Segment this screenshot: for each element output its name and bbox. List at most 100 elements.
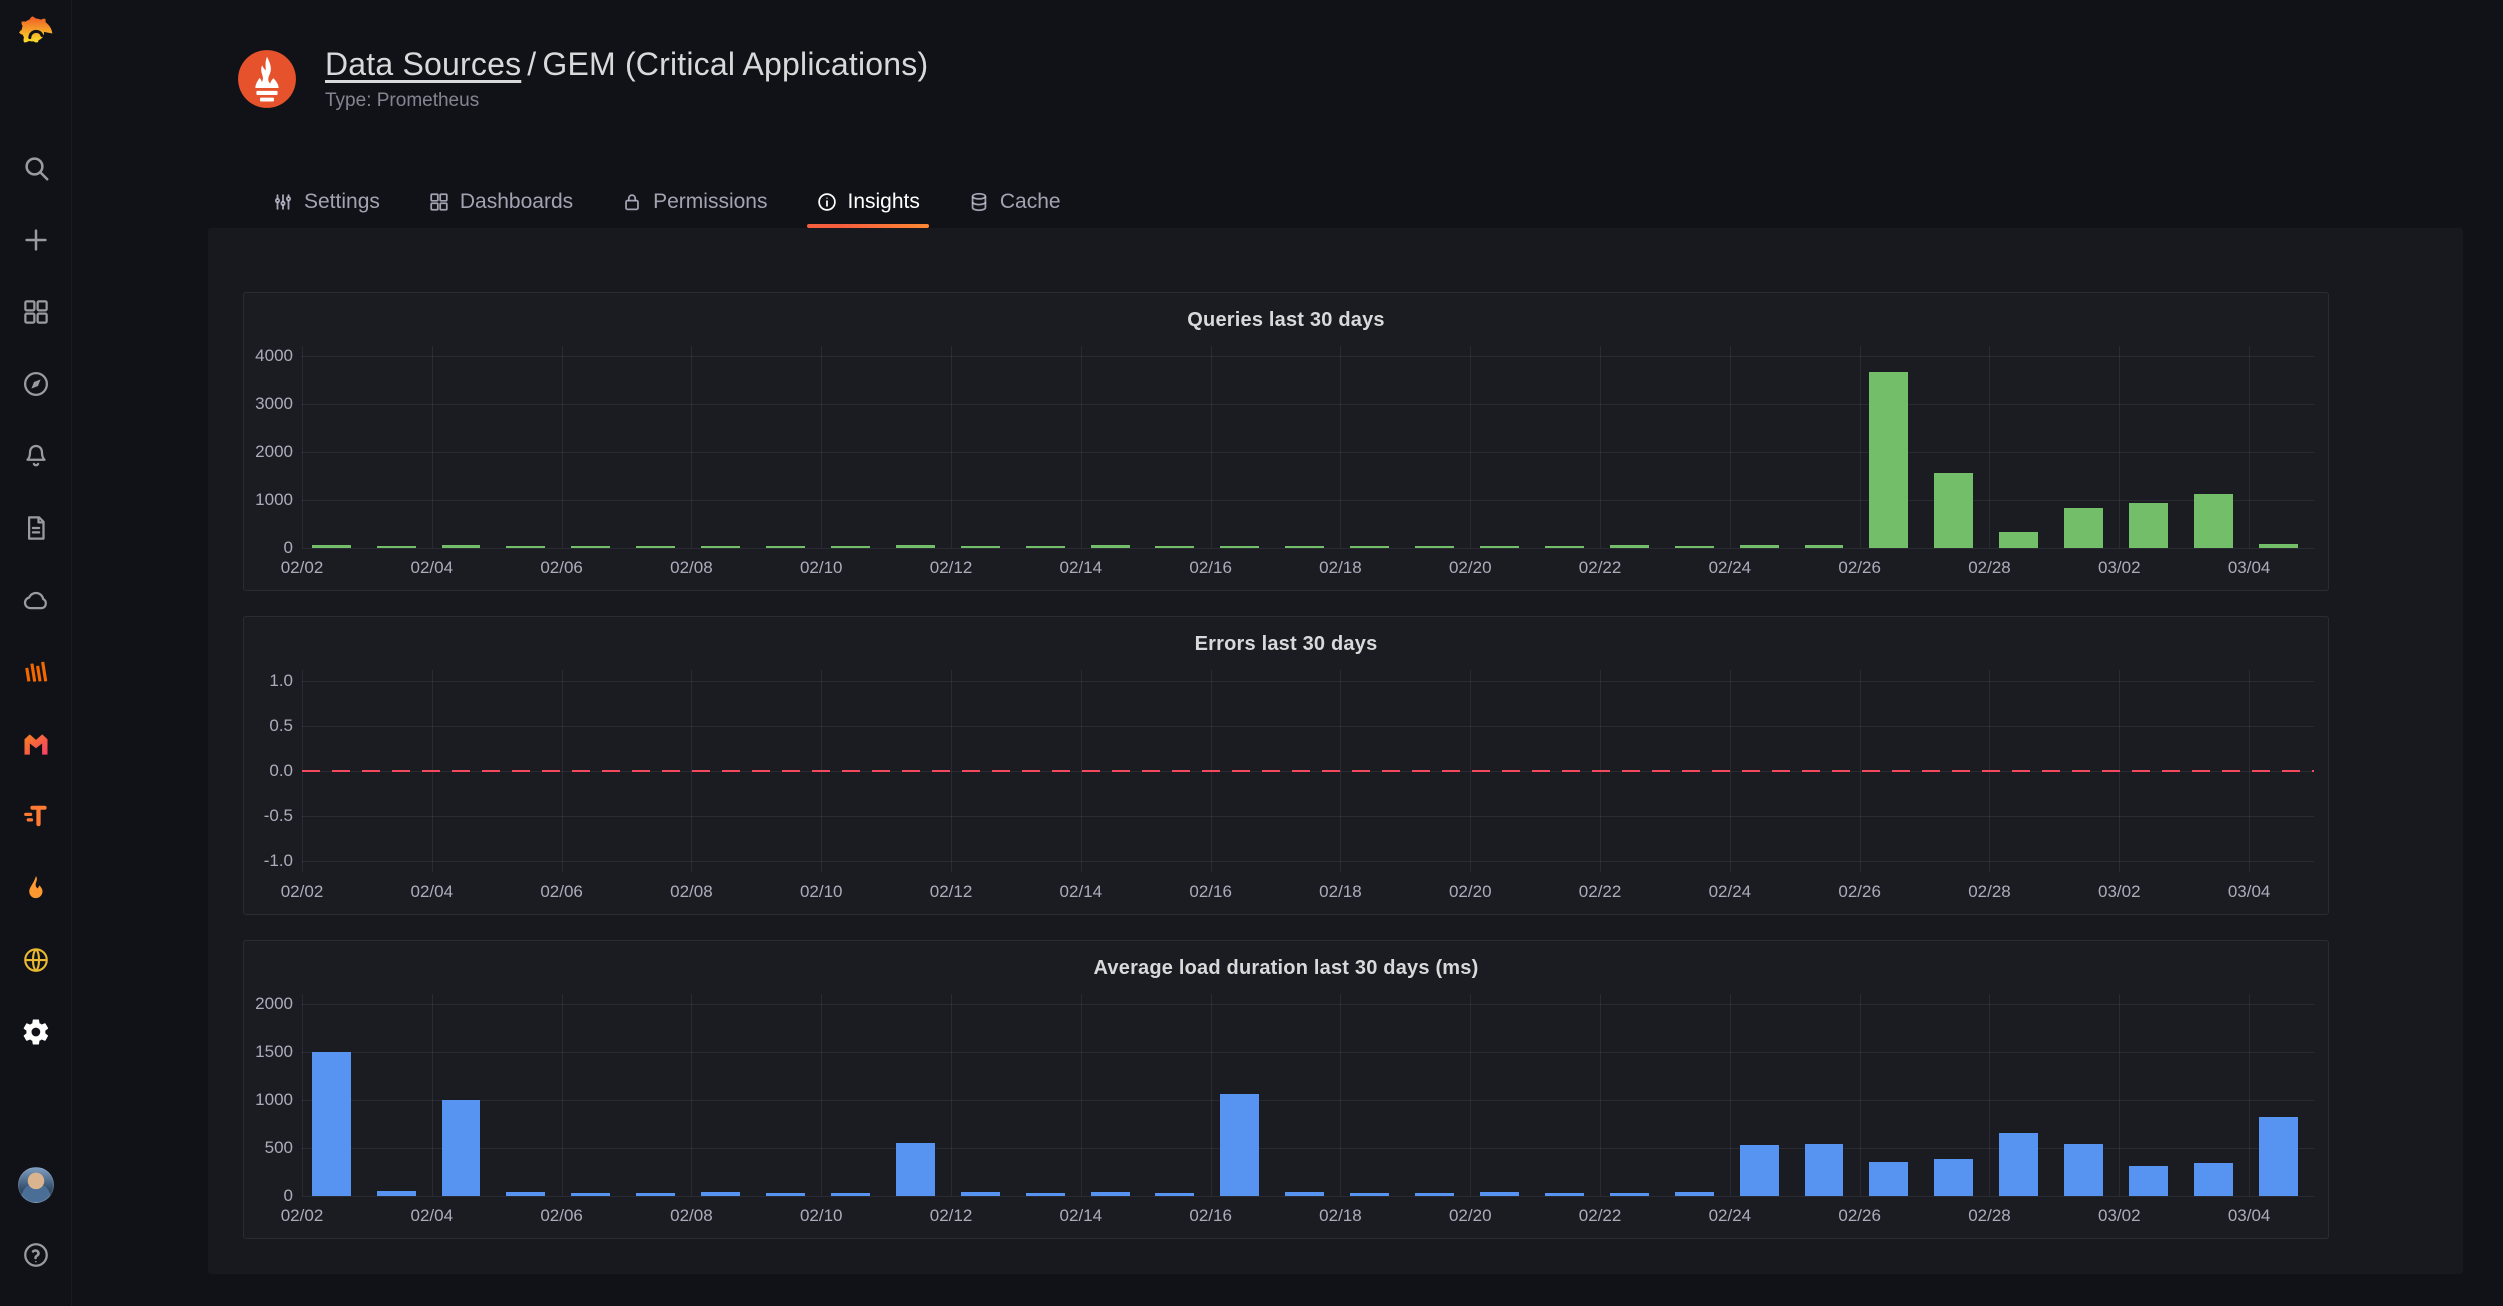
tab-cache[interactable]: Cache xyxy=(951,176,1078,228)
sidebar-item-profile[interactable] xyxy=(13,1162,59,1208)
v-gridline xyxy=(1730,994,1731,1196)
v-gridline xyxy=(562,346,563,548)
x-tick-label: 02/22 xyxy=(1579,1206,1622,1226)
sidebar-item-explore[interactable] xyxy=(13,361,59,407)
tab-insights[interactable]: Insights xyxy=(799,176,937,228)
chart-body: -1.0-0.50.00.51.0 xyxy=(258,670,2314,872)
sidebar-item-create[interactable] xyxy=(13,217,59,263)
bar xyxy=(2064,508,2103,548)
v-gridline xyxy=(2249,346,2250,548)
x-tick-label: 03/02 xyxy=(2098,558,2141,578)
x-tick-label: 02/26 xyxy=(1838,558,1881,578)
y-tick-label: 0 xyxy=(284,538,293,558)
breadcrumb-data-sources-link[interactable]: Data Sources xyxy=(325,46,521,82)
x-tick-label: 02/08 xyxy=(670,882,713,902)
y-tick-label: 1500 xyxy=(255,1042,293,1062)
sidebar-item-help[interactable] xyxy=(13,1232,59,1278)
tab-permissions[interactable]: Permissions xyxy=(604,176,784,228)
compass-icon xyxy=(21,369,51,399)
page-title: Data Sources/GEM (Critical Applications) xyxy=(325,46,928,83)
y-axis: 0500100015002000 xyxy=(258,994,302,1196)
h-gridline xyxy=(302,1004,2314,1005)
v-gridline xyxy=(821,346,822,548)
sidebar-item-grafana-home[interactable] xyxy=(13,12,59,58)
sidebar-item-app-loki[interactable] xyxy=(13,649,59,695)
bar xyxy=(2064,1144,2103,1196)
v-gridline xyxy=(1081,346,1082,548)
v-gridline xyxy=(951,346,952,548)
h-gridline xyxy=(302,726,2314,727)
globe-app-icon xyxy=(21,945,51,975)
sidebar xyxy=(0,0,72,1306)
bar xyxy=(896,1143,935,1196)
v-gridline xyxy=(1860,994,1861,1196)
x-tick-label: 02/02 xyxy=(281,558,324,578)
sidebar-item-configuration[interactable] xyxy=(13,1009,59,1055)
tab-label: Dashboards xyxy=(460,190,573,214)
bar xyxy=(312,1052,351,1196)
tab-settings[interactable]: Settings xyxy=(255,176,397,228)
v-gridline xyxy=(1340,994,1341,1196)
v-gridline xyxy=(432,346,433,548)
active-tab-indicator xyxy=(807,224,929,228)
y-tick-label: -1.0 xyxy=(264,851,293,871)
x-axis: 02/0202/0402/0602/0802/1002/1202/1402/16… xyxy=(302,548,2314,580)
sidebar-item-alerting[interactable] xyxy=(13,433,59,479)
y-tick-label: 3000 xyxy=(255,394,293,414)
v-gridline xyxy=(432,994,433,1196)
bar xyxy=(2259,1117,2298,1196)
v-gridline xyxy=(1470,994,1471,1196)
x-tick-label: 02/24 xyxy=(1709,882,1752,902)
sidebar-item-reports[interactable] xyxy=(13,505,59,551)
sidebar-item-search[interactable] xyxy=(13,145,59,191)
h-gridline xyxy=(302,816,2314,817)
x-tick-label: 02/12 xyxy=(930,558,973,578)
x-tick-label: 03/02 xyxy=(2098,1206,2141,1226)
x-tick-label: 03/04 xyxy=(2228,1206,2271,1226)
x-tick-label: 02/18 xyxy=(1319,882,1362,902)
panel-2: Errors last 30 days-1.0-0.50.00.51.002/0… xyxy=(243,616,2329,915)
sidebar-item-app-tempo[interactable] xyxy=(13,793,59,839)
v-gridline xyxy=(1989,346,1990,548)
x-tick-label: 02/28 xyxy=(1968,1206,2011,1226)
x-tick-label: 02/16 xyxy=(1189,1206,1232,1226)
v-gridline xyxy=(691,346,692,548)
sidebar-item-cloud[interactable] xyxy=(13,577,59,623)
v-gridline xyxy=(1860,346,1861,548)
insights-panels: Queries last 30 days0100020003000400002/… xyxy=(243,292,2463,1239)
sidebar-item-app-mimir[interactable] xyxy=(13,721,59,767)
sidebar-item-app-globe[interactable] xyxy=(13,937,59,983)
v-gridline xyxy=(2249,994,2250,1196)
flame-app-icon xyxy=(21,873,51,903)
x-tick-label: 02/24 xyxy=(1709,558,1752,578)
bar xyxy=(1934,473,1973,548)
bell-icon xyxy=(21,441,51,471)
x-tick-label: 02/20 xyxy=(1449,882,1492,902)
search-icon xyxy=(21,153,51,183)
x-tick-label: 03/04 xyxy=(2228,558,2271,578)
panel-title: Average load duration last 30 days (ms) xyxy=(258,957,2314,980)
panel-title: Errors last 30 days xyxy=(258,633,2314,656)
y-tick-label: 0.5 xyxy=(269,716,293,736)
v-gridline xyxy=(1211,346,1212,548)
plus-icon xyxy=(21,225,51,255)
tab-dashboards[interactable]: Dashboards xyxy=(411,176,590,228)
v-gridline xyxy=(1600,346,1601,548)
y-tick-label: 0.0 xyxy=(269,761,293,781)
tab-bar: Settings Dashboards Permissions Insights Cac… xyxy=(255,176,2503,228)
sidebar-item-app-flame[interactable] xyxy=(13,865,59,911)
v-gridline xyxy=(302,346,303,548)
sidebar-top-group xyxy=(13,12,59,1055)
h-gridline xyxy=(302,1100,2314,1101)
tab-label: Settings xyxy=(304,190,380,214)
insights-content: Queries last 30 days0100020003000400002/… xyxy=(208,228,2463,1274)
v-gridline xyxy=(1211,994,1212,1196)
zero-value-line xyxy=(302,770,2314,772)
bar xyxy=(1999,1133,2038,1196)
sidebar-item-dashboards[interactable] xyxy=(13,289,59,335)
x-axis: 02/0202/0402/0602/0802/1002/1202/1402/16… xyxy=(302,1196,2314,1228)
avatar xyxy=(18,1167,54,1203)
datasource-name: GEM (Critical Applications) xyxy=(542,46,928,82)
x-tick-label: 03/02 xyxy=(2098,882,2141,902)
y-tick-label: 4000 xyxy=(255,346,293,366)
